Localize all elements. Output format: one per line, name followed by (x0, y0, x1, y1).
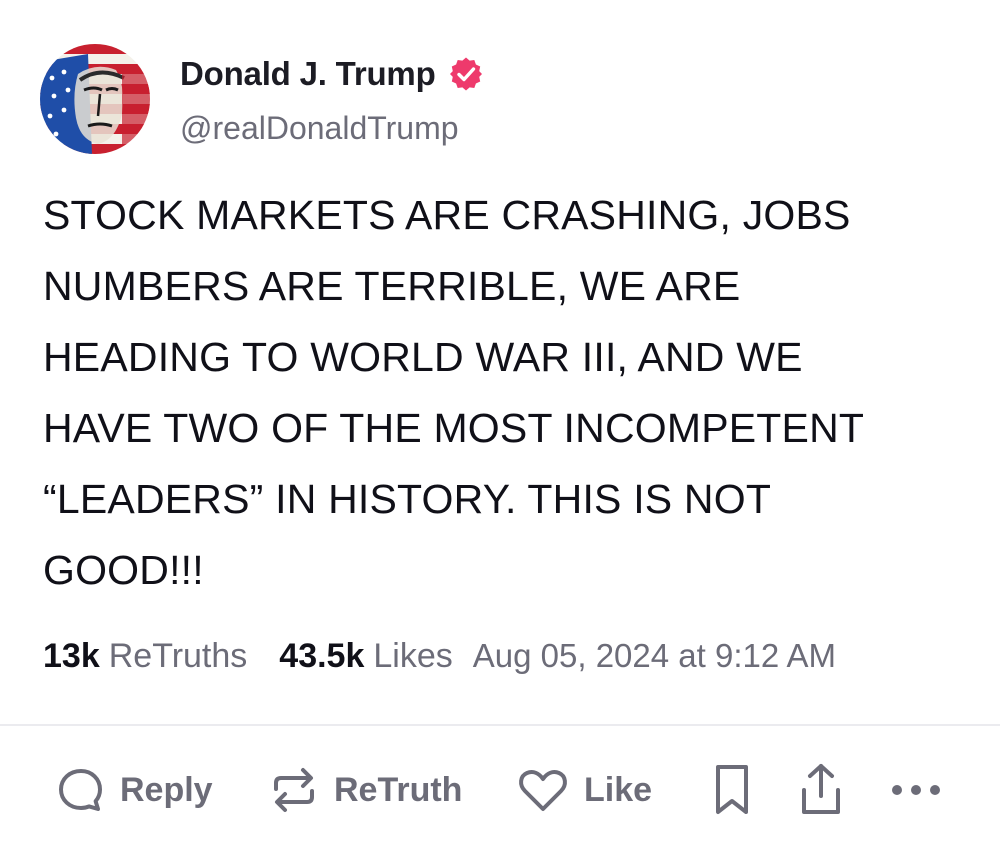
like-button[interactable]: Like (516, 760, 652, 820)
more-icon (888, 780, 944, 800)
author-display-name[interactable]: Donald J. Trump (180, 55, 436, 93)
avatar[interactable] (40, 44, 150, 154)
divider (0, 724, 1000, 726)
share-button[interactable] (798, 760, 844, 820)
reply-label: Reply (120, 770, 213, 809)
bookmark-icon (712, 763, 752, 817)
verified-badge-icon (448, 56, 484, 92)
post-stats: 13k ReTruths 43.5k Likes Aug 05, 2024 at… (43, 633, 836, 679)
retruth-button[interactable]: ReTruth (268, 760, 462, 820)
reply-icon (56, 765, 106, 815)
retruths-count[interactable]: 13k (43, 637, 100, 676)
more-button[interactable] (888, 760, 944, 820)
post-body-text: STOCK MARKETS ARE CRASHING, JOBS NUMBERS… (43, 192, 865, 593)
retruth-icon (268, 765, 320, 815)
retruths-label[interactable]: ReTruths (109, 637, 248, 676)
like-label: Like (584, 770, 653, 809)
like-icon (516, 765, 570, 815)
action-bar: Reply ReTruth Like (0, 760, 1000, 820)
likes-count[interactable]: 43.5k (279, 637, 364, 676)
bookmark-button[interactable] (712, 760, 752, 820)
post-card: Donald J. Trump @realDonaldTrump STOCK M… (0, 0, 1000, 860)
retruth-label: ReTruth (334, 770, 463, 809)
share-icon (798, 762, 844, 818)
likes-label[interactable]: Likes (373, 637, 452, 676)
author-row: Donald J. Trump (180, 54, 484, 94)
author-handle[interactable]: @realDonaldTrump (180, 110, 459, 147)
post-timestamp: Aug 05, 2024 at 9:12 AM (472, 637, 837, 674)
reply-button[interactable]: Reply (56, 760, 213, 820)
